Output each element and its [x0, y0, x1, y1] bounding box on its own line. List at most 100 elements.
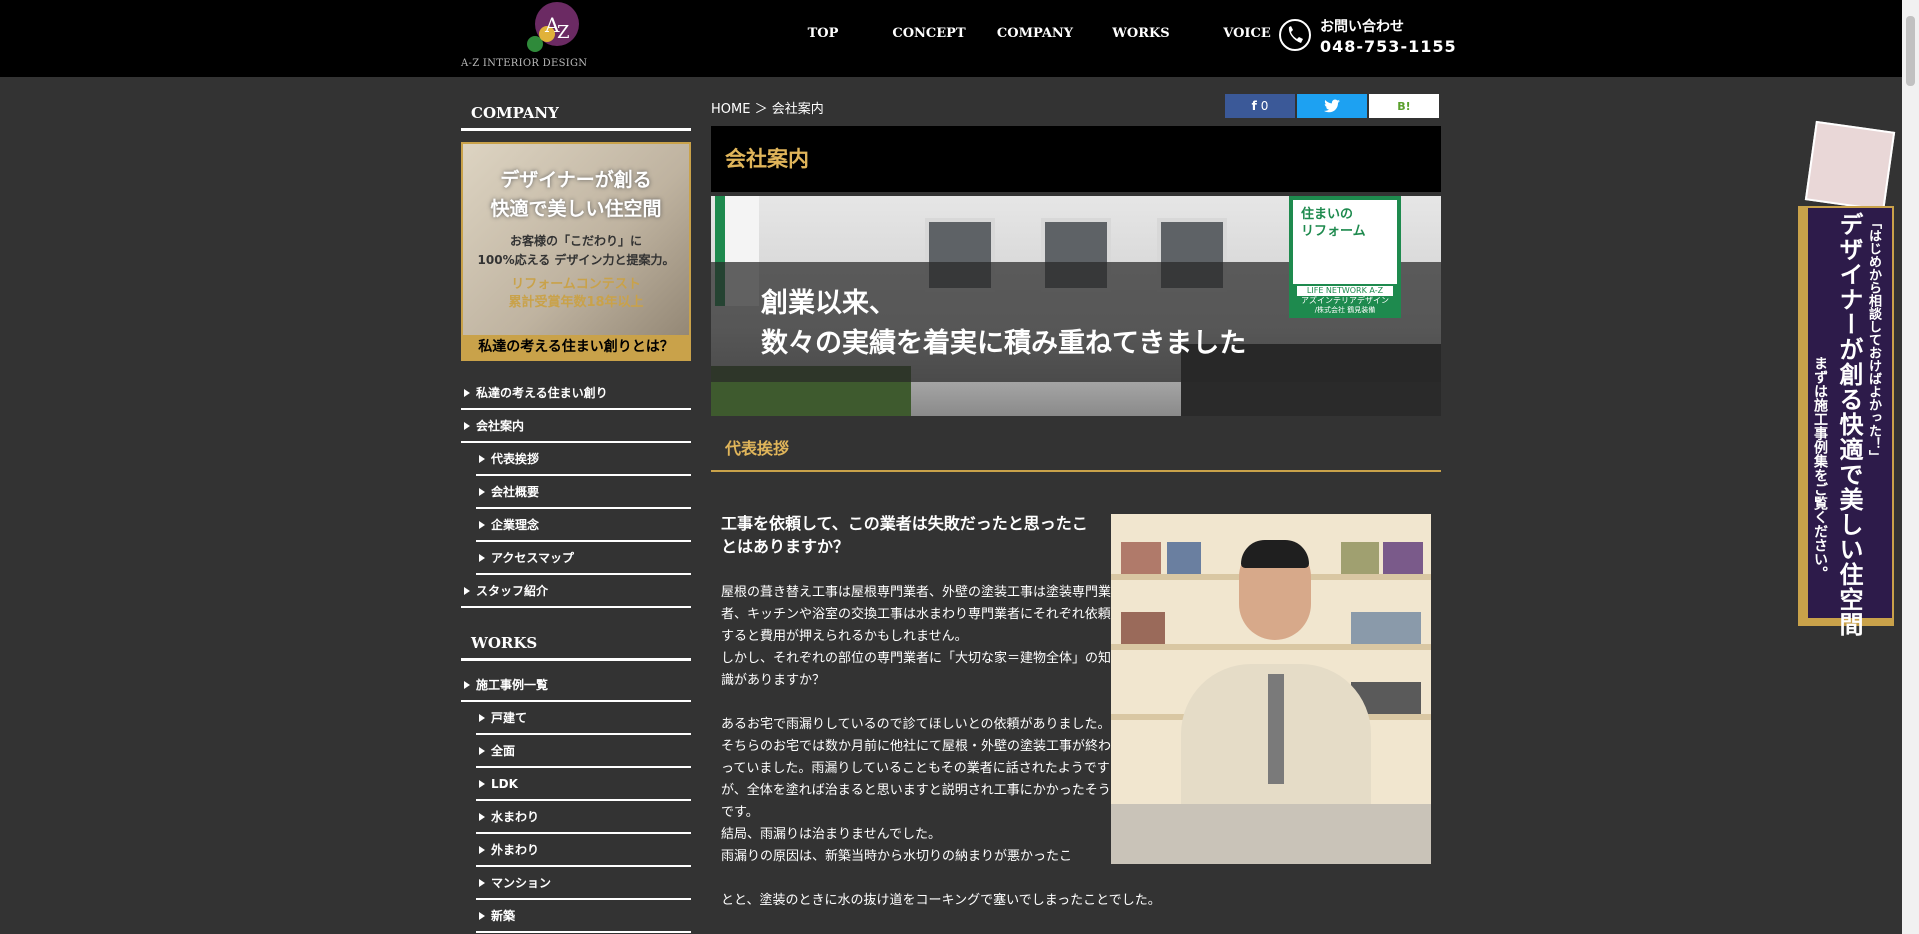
- sidebar-item-full[interactable]: 全面: [476, 735, 691, 768]
- catalog: [1121, 542, 1161, 574]
- greeting-paragraph: 結局、雨漏りは治まりませんでした。: [721, 827, 941, 842]
- contact-phone-number: 048-753-1155: [1320, 37, 1457, 56]
- sidebar-item-label: マンション: [491, 876, 552, 890]
- contact-label: お問い合わせ: [1320, 19, 1404, 35]
- triangle-right-icon: [464, 389, 470, 397]
- sidebar-item-newbuild[interactable]: 新築: [476, 900, 691, 933]
- banner-sub-line: お客様の「こだわり」に: [509, 234, 642, 248]
- sidebar-item-access[interactable]: アクセスマップ: [476, 542, 691, 575]
- sidebar-item-staff[interactable]: スタッフ紹介: [461, 575, 691, 608]
- shelf: [1111, 644, 1431, 650]
- contact-phone-block[interactable]: お問い合わせ 048-753-1155: [1278, 15, 1456, 59]
- catalog: [1383, 542, 1423, 574]
- necktie: [1268, 674, 1284, 784]
- sidebar-item-detached[interactable]: 戸建て: [476, 702, 691, 735]
- sidebar-item-works-list[interactable]: 施工事例一覧: [461, 669, 691, 702]
- page-scrollbar[interactable]: [1902, 0, 1919, 934]
- bookmark-icon: B!: [1397, 99, 1411, 113]
- nav-concept[interactable]: CONCEPT: [876, 26, 982, 41]
- breadcrumb[interactable]: HOME ＞ 会社案内: [711, 98, 824, 117]
- banner-title-line: デザイナーが創る: [500, 169, 652, 191]
- reform-sign: 住まいの リフォーム LIFE NETWORK A-Z アズインテリアデザイン …: [1289, 196, 1401, 318]
- sidebar-item-label: 代表挨拶: [491, 452, 540, 466]
- catalog: [1167, 542, 1201, 574]
- nav-works[interactable]: WORKS: [1088, 26, 1194, 41]
- triangle-right-icon: [479, 455, 485, 463]
- site-header: A Z A-Z INTERIOR DESIGN TOP CONCEPT COMP…: [0, 0, 1919, 77]
- hatena-share-button[interactable]: B!: [1369, 94, 1439, 118]
- triangle-right-icon: [479, 912, 485, 920]
- banner-title: デザイナーが創る 快適で美しい住空間: [463, 166, 689, 224]
- sidebar-item-label: 私達の考える住まい創り: [476, 386, 608, 400]
- sidebar-item-label: 会社概要: [491, 485, 540, 499]
- hero-line: 創業以来、: [761, 288, 896, 319]
- global-nav: TOP CONCEPT COMPANY WORKS VOICE: [770, 26, 1300, 41]
- triangle-right-icon: [464, 587, 470, 595]
- logo-text: A-Z INTERIOR DESIGN: [461, 58, 588, 69]
- sidebar-item-mansion[interactable]: マンション: [476, 867, 691, 900]
- works-catalog-floating-banner[interactable]: 「はじめから相談しておけばよかった！」 デザイナーが創る快適で美しい住空間 まず…: [1798, 120, 1896, 637]
- triangle-right-icon: [464, 422, 470, 430]
- facebook-share-button[interactable]: f 0: [1225, 94, 1295, 118]
- hero-headline: 創業以来、 数々の実績を着実に積み重ねてきました: [761, 284, 1246, 364]
- greeting-paragraph: あるお宅で雨漏りしているので診てほしいとの依頼がありました。: [721, 717, 1111, 732]
- greeting-body: 屋根の葺き替え工事は屋根専門業者、外壁の塗装工事は塗装専門業者、キッチンや浴室の…: [721, 582, 1111, 868]
- award-laurel: リフォームコンテスト 累計受賞年数18年以上: [483, 276, 669, 312]
- az-logo-icon: A Z: [527, 2, 579, 52]
- float-banner-cta: まずは施工事例集をご覧ください。: [1812, 356, 1828, 580]
- award-line: 累計受賞年数18年以上: [508, 295, 644, 310]
- sidebar-item-label: 戸建て: [491, 711, 528, 725]
- sidebar-heading-works: WORKS: [461, 630, 691, 661]
- sidebar: COMPANY デザイナーが創る 快適で美しい住空間 お客様の「こだわり」に 1…: [461, 100, 691, 933]
- twitter-share-button[interactable]: [1297, 94, 1367, 118]
- facebook-icon: f: [1251, 99, 1257, 113]
- greeting-paragraph: そちらのお宅では数か月前に他社にて屋根・外壁の塗装工事が終わっていました。雨漏り…: [721, 739, 1112, 820]
- sidebar-item-overview[interactable]: 会社概要: [476, 476, 691, 509]
- sidebar-item-label: 企業理念: [491, 518, 540, 532]
- triangle-right-icon: [479, 879, 485, 887]
- sidebar-item-label: アクセスマップ: [491, 551, 575, 565]
- concept-banner[interactable]: デザイナーが創る 快適で美しい住空間 お客様の「こだわり」に 100%応える デ…: [461, 142, 691, 361]
- reform-sign-company: アズインテリアデザイン: [1301, 296, 1389, 305]
- page-title: 会社案内: [711, 126, 1441, 192]
- sidebar-item-label: 全面: [491, 744, 516, 758]
- banner-subtitle: お客様の「こだわり」に 100%応える デザイン力と提案力。: [463, 232, 689, 270]
- greeting-paragraph: 屋根の葺き替え工事は屋根専門業者、外壁の塗装工事は塗装専門業者、キッチンや浴室の…: [721, 585, 1112, 644]
- sidebar-item-label: スタッフ紹介: [476, 584, 549, 598]
- sidebar-item-label: 施工事例一覧: [476, 678, 549, 692]
- phone-icon: [1279, 19, 1311, 51]
- site-logo[interactable]: A Z A-Z INTERIOR DESIGN: [461, 0, 587, 72]
- sidebar-item-label: 会社案内: [476, 419, 525, 433]
- facebook-count: 0: [1260, 99, 1269, 113]
- float-banner-title: デザイナーが創る快適で美しい住空間: [1835, 212, 1863, 637]
- sidebar-item-water[interactable]: 水まわり: [476, 801, 691, 834]
- sidebar-item-concept[interactable]: 私達の考える住まい創り: [461, 377, 691, 410]
- reform-sign-title: 住まいの リフォーム: [1293, 200, 1397, 240]
- triangle-right-icon: [464, 681, 470, 689]
- greeting-lead: 工事を依頼して、この業者は失敗だったと思ったことはありますか？: [721, 514, 1088, 556]
- triangle-right-icon: [479, 521, 485, 529]
- nav-company[interactable]: COMPANY: [982, 26, 1088, 41]
- nav-top[interactable]: TOP: [770, 26, 876, 41]
- sidebar-item-label: LDK: [491, 777, 518, 791]
- reform-sign-footer: LIFE NETWORK A-Z アズインテリアデザイン /株式会社 鶴見装備: [1293, 284, 1397, 314]
- banner-footer-link[interactable]: 私達の考える住まい創りとは？: [463, 335, 689, 359]
- twitter-bird-icon: [1324, 99, 1340, 113]
- sidebar-item-label: 水まわり: [491, 810, 540, 824]
- sidebar-item-greeting[interactable]: 代表挨拶: [476, 443, 691, 476]
- sidebar-item-company[interactable]: 会社案内: [461, 410, 691, 443]
- sidebar-item-ldk[interactable]: LDK: [476, 768, 691, 801]
- award-line: リフォームコンテスト: [511, 277, 641, 292]
- sidebar-item-philosophy[interactable]: 企業理念: [476, 509, 691, 542]
- scrollbar-thumb[interactable]: [1906, 16, 1915, 86]
- sidebar-item-label: 外まわり: [491, 843, 540, 857]
- representative-photo: [1111, 514, 1431, 864]
- person-hair: [1241, 540, 1309, 568]
- share-buttons: f 0 B!: [1225, 94, 1439, 118]
- greeting-paragraph: しかし、それぞれの部位の専門業者に「大切な家＝建物全体」の知識がありますか？: [721, 651, 1112, 688]
- sidebar-item-exterior[interactable]: 外まわり: [476, 834, 691, 867]
- works-menu: 施工事例一覧 戸建て 全面 LDK 水まわり 外まわり マンション 新築: [461, 669, 691, 933]
- svg-text:Z: Z: [557, 22, 570, 43]
- hero-line: 数々の実績を着実に積み重ねてきました: [761, 328, 1247, 359]
- catalog: [1351, 612, 1421, 644]
